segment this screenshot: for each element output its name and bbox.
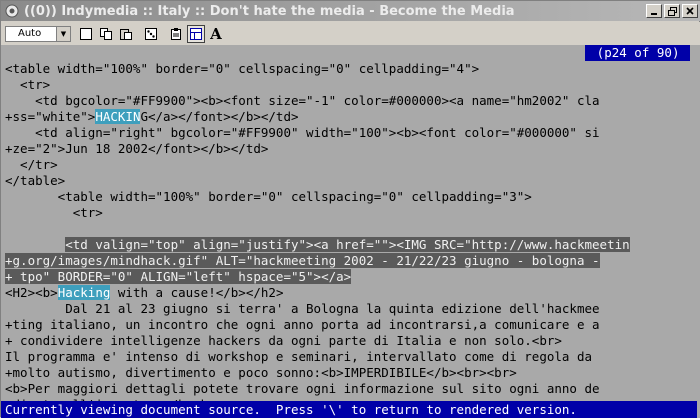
source-line: </tr> bbox=[5, 157, 700, 173]
font-icon[interactable]: A bbox=[207, 25, 225, 43]
page-view-icon[interactable] bbox=[77, 25, 95, 43]
source-line: +ting italiano, un incontro che ogni ann… bbox=[5, 317, 700, 333]
source-view[interactable]: (p24 of 90) <table width="100%" border="… bbox=[1, 45, 700, 418]
chevron-down-icon[interactable]: ▼ bbox=[56, 26, 70, 41]
window-controls bbox=[646, 4, 698, 18]
minimize-button[interactable] bbox=[646, 4, 662, 18]
encoding-value: Auto bbox=[18, 28, 42, 39]
source-text: with a cause!</b></h2> bbox=[110, 285, 284, 300]
source-text: Dal 21 al 23 giugno si terra' a Bologna … bbox=[5, 301, 600, 316]
toolbar: Auto ▼ A bbox=[1, 22, 700, 46]
source-text: <tr> bbox=[5, 77, 51, 92]
selected-source-text: <td valign="top" align="justify"><a href… bbox=[65, 237, 630, 252]
source-line: Dal 21 al 23 giugno si terra' a Bologna … bbox=[5, 301, 700, 317]
source-text: +ze="2">Jun 18 2002</font></b></td> bbox=[5, 141, 269, 156]
maximize-button[interactable] bbox=[664, 4, 680, 18]
page-indicator: (p24 of 90) bbox=[585, 45, 690, 61]
source-line: +molto autismo, divertimento e poco sonn… bbox=[5, 365, 700, 381]
search-match: HACKIN bbox=[95, 109, 141, 124]
source-text: </tr> bbox=[5, 157, 58, 172]
source-line: <td align="right" bgcolor="#FF9900" widt… bbox=[5, 125, 700, 141]
source-line: +ze="2">Jun 18 2002</font></b></td> bbox=[5, 141, 700, 157]
close-button[interactable] bbox=[682, 4, 698, 18]
source-line: <table width="100%" border="0" cellspaci… bbox=[5, 189, 700, 205]
indymedia-icon bbox=[4, 3, 20, 19]
paste-icon[interactable] bbox=[117, 25, 135, 43]
copy-icon[interactable] bbox=[97, 25, 115, 43]
source-line: <td bgcolor="#FF9900"><b><font size="-1"… bbox=[5, 93, 700, 109]
source-line: + tpo" BORDER="0" ALIGN="left" hspace="5… bbox=[5, 269, 700, 285]
browser-window: ((0)) Indymedia :: Italy :: Don't hate t… bbox=[0, 0, 700, 418]
encoding-select[interactable]: Auto ▼ bbox=[5, 25, 71, 42]
source-text: <table width="100%" border="0" cellspaci… bbox=[5, 189, 532, 204]
source-line: <H2><b>Hacking with a cause!</b></h2> bbox=[5, 285, 700, 301]
source-line: </table> bbox=[5, 173, 700, 189]
source-line: Il programma e' intenso di workshop e se… bbox=[5, 349, 700, 365]
source-text: +molto autismo, divertimento e poco sonn… bbox=[5, 365, 517, 380]
source-text: <td bgcolor="#FF9900"><b><font size="-1"… bbox=[5, 93, 600, 108]
selected-source-text: +g.org/images/mindhack.gif" ALT="hackmee… bbox=[5, 253, 600, 268]
source-text: Il programma e' intenso di workshop e se… bbox=[5, 349, 592, 364]
source-line: + condividere intelligenze hackers da og… bbox=[5, 333, 700, 349]
source-text bbox=[5, 237, 65, 252]
source-line bbox=[5, 221, 700, 237]
source-text: G</a></font></b></td> bbox=[140, 109, 299, 124]
title-bar[interactable]: ((0)) Indymedia :: Italy :: Don't hate t… bbox=[1, 1, 700, 21]
source-text: +ss="white"> bbox=[5, 109, 96, 124]
frames-icon[interactable] bbox=[187, 24, 205, 43]
source-line: +ss="white">HACKING</a></font></b></td> bbox=[5, 109, 700, 125]
source-text: <b>Per maggiori dettagli potete trovare … bbox=[5, 381, 600, 396]
dice-icon[interactable] bbox=[142, 25, 160, 43]
source-line: <td valign="top" align="justify"><a href… bbox=[5, 237, 700, 253]
source-text: +ting italiano, un incontro che ogni ann… bbox=[5, 317, 600, 332]
status-bar: Currently viewing document source. Press… bbox=[1, 401, 697, 418]
source-text: <H2><b> bbox=[5, 285, 58, 300]
source-line: <tr> bbox=[5, 77, 700, 93]
source-text: + condividere intelligenze hackers da og… bbox=[5, 333, 562, 348]
source-line: <tr> bbox=[5, 205, 700, 221]
source-text: <table width="100%" border="0" cellspaci… bbox=[5, 61, 480, 76]
clipboard-icon[interactable] bbox=[167, 25, 185, 43]
source-line: <b>Per maggiori dettagli potete trovare … bbox=[5, 381, 700, 397]
source-text: <tr> bbox=[5, 205, 103, 220]
source-line: +g.org/images/mindhack.gif" ALT="hackmee… bbox=[5, 253, 700, 269]
selected-source-text: + tpo" BORDER="0" ALIGN="left" hspace="5… bbox=[5, 269, 352, 284]
source-text: <td align="right" bgcolor="#FF9900" widt… bbox=[5, 125, 600, 140]
window-title: ((0)) Indymedia :: Italy :: Don't hate t… bbox=[24, 3, 515, 19]
search-match: Hacking bbox=[57, 285, 111, 300]
source-text: </table> bbox=[5, 173, 66, 188]
source-line: <table width="100%" border="0" cellspaci… bbox=[5, 61, 700, 77]
